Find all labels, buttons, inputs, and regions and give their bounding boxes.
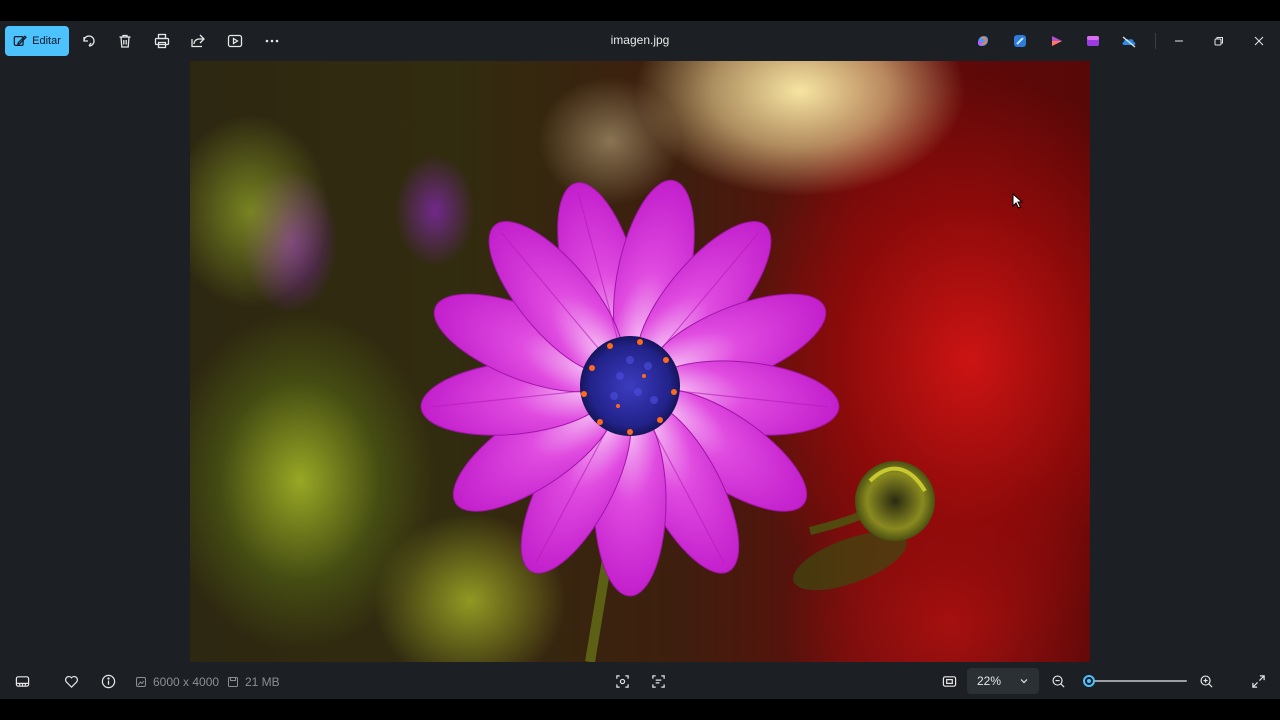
edit-button-label: Editar	[32, 35, 61, 47]
designer-button[interactable]	[1011, 32, 1029, 50]
info-icon	[101, 674, 115, 688]
restore-icon	[1214, 37, 1223, 46]
favorite-button[interactable]	[61, 671, 81, 691]
more-icon	[265, 39, 279, 43]
create-icon	[1087, 36, 1099, 46]
zoom-in-icon	[1199, 674, 1213, 688]
clipchamp-button[interactable]	[1048, 32, 1066, 50]
file-title: imagen.jpg	[610, 33, 670, 47]
rotate-button[interactable]	[77, 29, 101, 53]
image-size-icon	[136, 677, 146, 687]
file-info-button[interactable]	[98, 671, 118, 691]
share-icon	[191, 34, 205, 48]
storage-icon	[228, 677, 238, 687]
slideshow-button[interactable]	[223, 29, 247, 53]
delete-icon	[119, 34, 131, 48]
mouse-cursor-icon	[1012, 193, 1024, 209]
restore-button[interactable]	[1207, 29, 1231, 53]
zoom-out-icon	[1051, 674, 1065, 688]
heart-icon	[64, 675, 78, 688]
edit-icon	[13, 35, 27, 46]
top-toolbar: Editar imagen.jpg	[0, 21, 1280, 61]
file-size-text: 21 MB	[245, 675, 280, 689]
toolbar-separator	[1155, 33, 1156, 49]
visual-search-icon	[615, 674, 629, 688]
flower-image	[420, 179, 935, 662]
rotate-icon	[83, 35, 95, 47]
slideshow-icon	[227, 34, 243, 48]
chevron-down-icon	[1020, 679, 1028, 684]
close-icon	[1254, 36, 1264, 46]
copilot-button[interactable]	[974, 32, 992, 50]
filmstrip-button[interactable]	[12, 671, 32, 691]
onedrive-icon	[1122, 36, 1136, 48]
minimize-button[interactable]	[1167, 29, 1191, 53]
zoom-level-value: 22%	[977, 674, 1002, 688]
minimize-icon	[1175, 40, 1183, 42]
zoom-slider-track	[1089, 680, 1187, 682]
print-icon	[154, 33, 170, 49]
image-dimensions: 6000 x 4000	[135, 675, 219, 689]
visual-search-button[interactable]	[612, 671, 632, 691]
bottom-bar: 6000 x 4000 21 MB 22%	[0, 662, 1280, 699]
onedrive-button[interactable]	[1120, 32, 1138, 50]
create-button[interactable]	[1084, 32, 1102, 50]
designer-icon	[1014, 35, 1026, 47]
fit-to-window-button[interactable]	[939, 671, 959, 691]
close-window-button[interactable]	[1247, 29, 1271, 53]
clipchamp-icon	[1052, 36, 1062, 46]
filmstrip-icon	[15, 675, 29, 687]
zoom-slider-thumb[interactable]	[1083, 675, 1095, 687]
share-button[interactable]	[186, 29, 210, 53]
fit-window-icon	[942, 675, 956, 687]
more-options-button[interactable]	[260, 29, 284, 53]
copilot-icon	[978, 36, 988, 46]
scan-text-icon	[651, 674, 665, 688]
scan-text-button[interactable]	[648, 671, 668, 691]
zoom-slider[interactable]	[1083, 675, 1187, 687]
file-size: 21 MB	[227, 675, 280, 689]
delete-button[interactable]	[113, 29, 137, 53]
full-screen-button[interactable]	[1248, 671, 1268, 691]
dimensions-text: 6000 x 4000	[153, 675, 220, 689]
expand-icon	[1251, 674, 1265, 688]
edit-button[interactable]: Editar	[5, 26, 69, 56]
zoom-out-button[interactable]	[1048, 671, 1068, 691]
photos-app-window: Editar imagen.jpg 6000 x 4000 21 MB 22%	[0, 21, 1280, 699]
print-button[interactable]	[150, 29, 174, 53]
zoom-in-button[interactable]	[1196, 671, 1216, 691]
zoom-level-dropdown[interactable]: 22%	[967, 668, 1039, 694]
photo-canvas[interactable]	[190, 61, 1090, 662]
